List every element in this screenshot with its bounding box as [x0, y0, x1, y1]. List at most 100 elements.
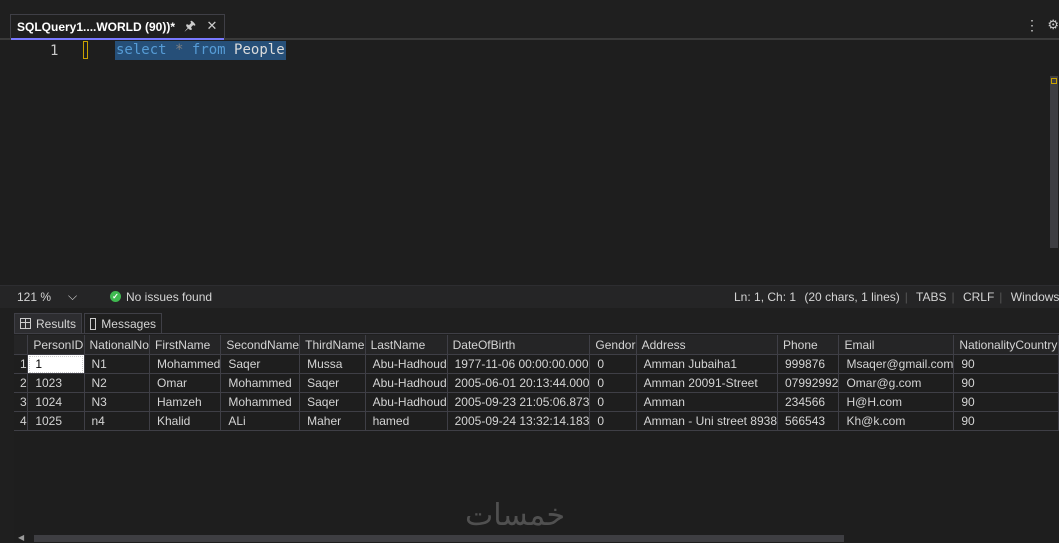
table-row[interactable]: 1 1 N1 Mohammed Saqer Mussa Abu-Hadhoud 1977-11… — [14, 354, 1059, 374]
table-cell[interactable]: 90 — [953, 392, 1059, 412]
table-cell[interactable]: N3 — [84, 392, 150, 412]
table-cell[interactable]: Mohammed — [220, 373, 301, 393]
table-cell[interactable]: 07992992 — [777, 373, 840, 393]
row-number[interactable]: 3 — [14, 392, 29, 412]
watermark-logo: خمسات — [465, 498, 566, 533]
table-cell[interactable]: 0 — [589, 392, 637, 412]
table-cell[interactable]: 1977-11-06 00:00:00.000 — [447, 354, 591, 374]
table-cell[interactable]: Mohammed — [220, 392, 301, 412]
column-header[interactable]: LastName — [365, 335, 448, 355]
column-header[interactable]: NationalNo — [84, 335, 150, 355]
result-tabs: Results Messages — [0, 309, 1059, 334]
document-tab-title: SQLQuery1....WORLD (90))* — [17, 19, 176, 34]
scrollbar-thumb[interactable] — [1050, 76, 1058, 248]
table-cell[interactable]: 0 — [589, 373, 637, 393]
document-tab[interactable]: SQLQuery1....WORLD (90))* 🖈 ✕ — [10, 14, 225, 40]
row-number[interactable]: 1 — [14, 354, 29, 374]
editor-margin — [0, 40, 30, 285]
table-cell[interactable]: 999876 — [777, 354, 840, 374]
table-cell[interactable]: Amman - Uni street 8938 — [636, 411, 779, 431]
table-cell[interactable]: hamed — [365, 411, 448, 431]
table-cell[interactable]: 234566 — [777, 392, 840, 412]
table-row[interactable]: 2 1023 N2 Omar Mohammed Saqer Abu-Hadhoud 2005-… — [14, 373, 1059, 393]
column-header[interactable]: NationalityCountry — [953, 335, 1059, 355]
code-line[interactable]: select * from People — [115, 41, 286, 60]
close-icon[interactable]: ✕ — [205, 19, 219, 33]
operator-star: * — [175, 42, 184, 58]
line-ending[interactable]: CRLF — [963, 290, 994, 304]
table-cell[interactable]: Abu-Hadhoud — [365, 373, 448, 393]
table-cell[interactable]: Mohammed — [149, 354, 222, 374]
title-bar — [0, 0, 1059, 15]
tab-results[interactable]: Results — [14, 313, 82, 333]
table-cell[interactable]: Amman Jubaiha1 — [636, 354, 779, 374]
table-cell[interactable]: H@H.com — [838, 392, 955, 412]
column-header[interactable]: Address — [636, 335, 779, 355]
table-row[interactable]: 3 1024 N3 Hamzeh Mohammed Saqer Abu-Hadhoud 200… — [14, 392, 1059, 412]
table-cell[interactable]: 1 — [27, 354, 85, 374]
tab-messages[interactable]: Messages — [84, 313, 162, 333]
zoom-level[interactable]: 121 % — [17, 290, 51, 304]
table-cell[interactable]: Abu-Hadhoud — [365, 392, 448, 412]
table-cell[interactable]: Amman 20091-Street — [636, 373, 779, 393]
row-number[interactable]: 2 — [14, 373, 29, 393]
table-cell[interactable]: 0 — [589, 354, 637, 374]
row-number-header[interactable] — [14, 335, 29, 355]
table-cell[interactable]: 90 — [953, 354, 1059, 374]
column-header[interactable]: PersonID — [27, 335, 85, 355]
scroll-left-icon[interactable]: ◀ — [18, 533, 24, 542]
table-cell[interactable]: 2005-06-01 20:13:44.000 — [447, 373, 591, 393]
table-cell[interactable]: Khalid — [149, 411, 222, 431]
column-header[interactable]: ThirdName — [299, 335, 366, 355]
column-header[interactable]: FirstName — [149, 335, 222, 355]
row-number[interactable]: 4 — [14, 411, 29, 431]
table-cell[interactable]: 2005-09-23 21:05:06.873 — [447, 392, 591, 412]
issues-status[interactable]: No issues found — [126, 290, 212, 304]
table-cell[interactable]: 2005-09-24 13:32:14.183 — [447, 411, 591, 431]
scrollbar-thumb[interactable] — [34, 535, 844, 542]
indent-mode[interactable]: TABS — [916, 290, 946, 304]
table-cell[interactable]: Saqer — [220, 354, 301, 374]
chevron-down-icon[interactable]: ⌵ — [68, 289, 77, 304]
table-cell[interactable]: Mussa — [299, 354, 366, 374]
table-cell[interactable]: 90 — [953, 411, 1059, 431]
table-cell[interactable]: Saqer — [299, 373, 366, 393]
table-cell[interactable]: Maher — [299, 411, 366, 431]
table-cell[interactable]: Hamzeh — [149, 392, 222, 412]
selection-info: (20 chars, 1 lines) — [804, 290, 900, 304]
column-header[interactable]: Email — [838, 335, 955, 355]
pin-icon[interactable]: 🖈 — [183, 19, 197, 33]
table-cell[interactable]: N2 — [84, 373, 150, 393]
encoding[interactable]: Windows 125 — [1011, 290, 1059, 304]
cursor-position[interactable]: Ln: 1, Ch: 1 — [734, 290, 796, 304]
results-horizontal-scrollbar[interactable]: ◀ — [14, 533, 1059, 543]
query-editor[interactable]: 1 select * from People — [0, 40, 1059, 285]
header-row: PersonID NationalNo FirstName SecondName… — [14, 335, 1059, 355]
table-cell[interactable]: Msaqer@gmail.com — [838, 354, 955, 374]
editor-vertical-scrollbar[interactable] — [1047, 40, 1059, 285]
table-cell[interactable]: Abu-Hadhoud — [365, 354, 448, 374]
table-cell[interactable]: Kh@k.com — [838, 411, 955, 431]
column-header[interactable]: DateOfBirth — [447, 335, 591, 355]
table-cell[interactable]: 0 — [589, 411, 637, 431]
table-cell[interactable]: 1024 — [27, 392, 85, 412]
column-header[interactable]: SecondName — [220, 335, 301, 355]
table-cell[interactable]: n4 — [84, 411, 150, 431]
table-cell[interactable]: Omar@g.com — [838, 373, 955, 393]
table-cell[interactable]: ALi — [220, 411, 301, 431]
table-row[interactable]: 4 1025 n4 Khalid ALi Maher hamed 2005-09-24 13:… — [14, 411, 1059, 431]
table-cell[interactable]: Omar — [149, 373, 222, 393]
table-cell[interactable]: Saqer — [299, 392, 366, 412]
column-header[interactable]: Gendor — [589, 335, 637, 355]
table-cell[interactable]: N1 — [84, 354, 150, 374]
line-number: 1 — [50, 43, 59, 59]
menu-icon[interactable]: ⋮ — [1025, 17, 1039, 34]
column-header[interactable]: Phone — [777, 335, 840, 355]
table-cell[interactable]: 90 — [953, 373, 1059, 393]
table-cell[interactable]: 1023 — [27, 373, 85, 393]
tab-results-label: Results — [35, 316, 76, 331]
table-cell[interactable]: 566543 — [777, 411, 840, 431]
table-cell[interactable]: 1025 — [27, 411, 85, 431]
table-cell[interactable]: Amman — [636, 392, 779, 412]
gear-icon[interactable]: ⚙ — [1047, 17, 1059, 33]
